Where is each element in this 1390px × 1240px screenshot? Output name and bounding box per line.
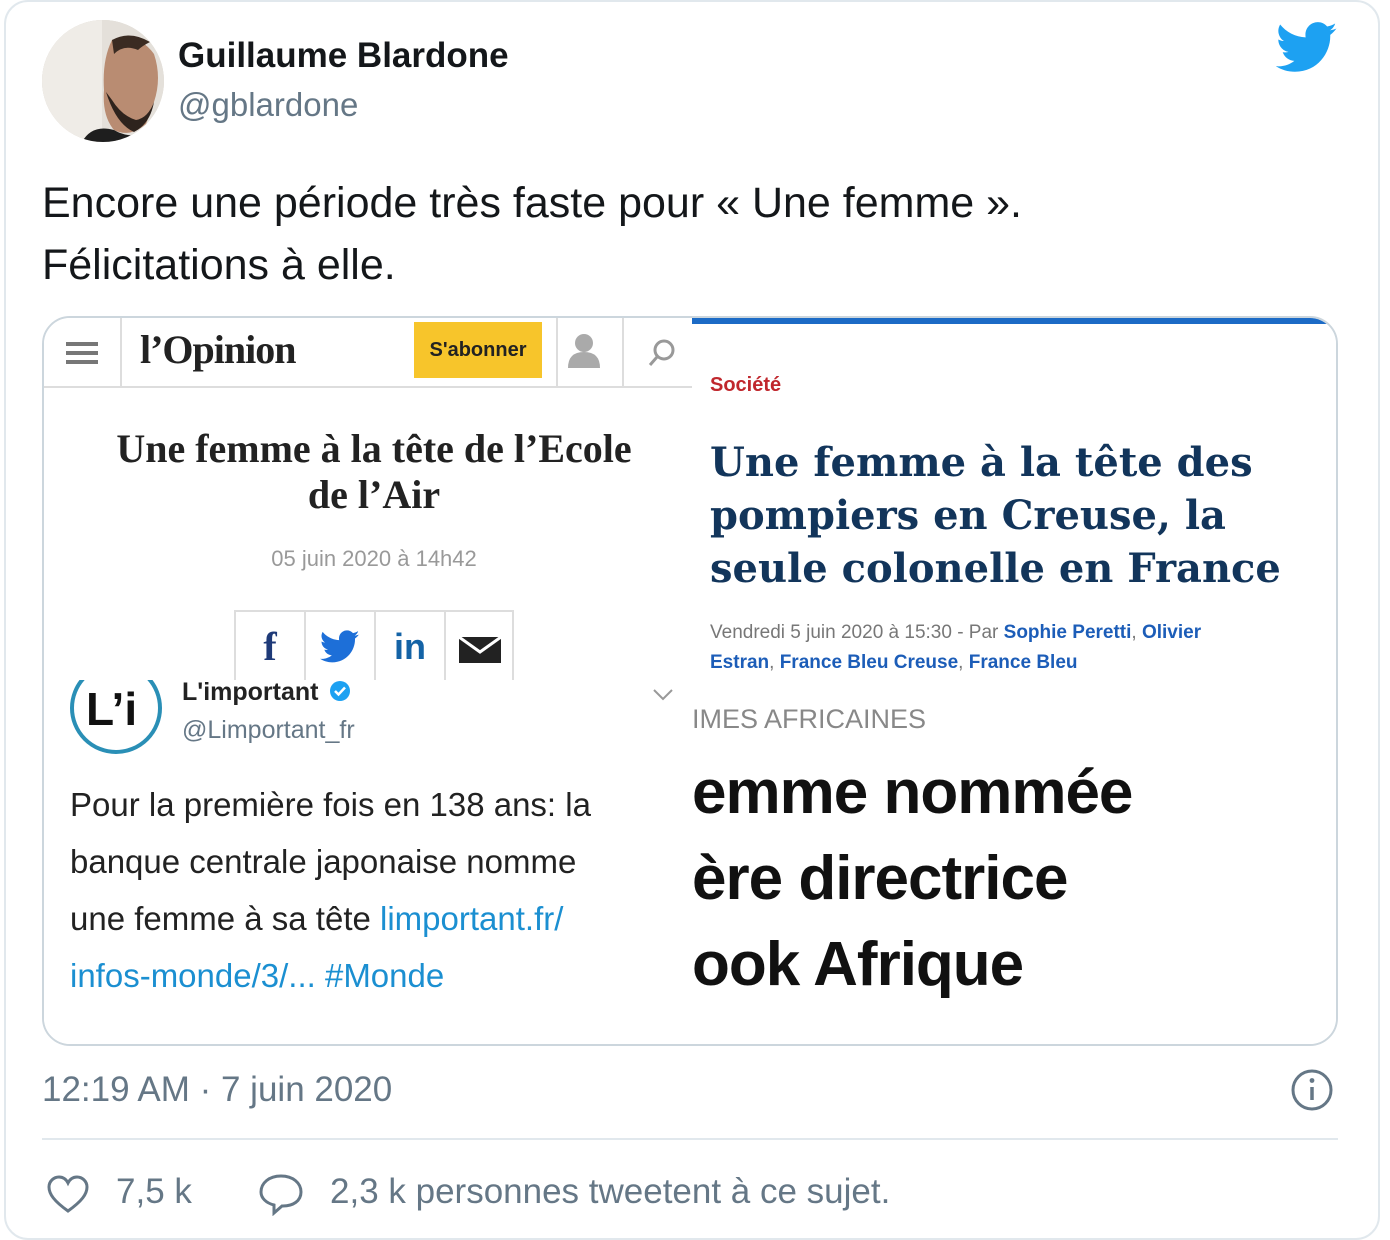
byline-separator: , <box>1131 622 1142 643</box>
byline-separator: , <box>769 652 780 673</box>
linkedin-icon: in <box>376 612 446 680</box>
limportant-link: infos-monde/3/... <box>70 957 316 994</box>
info-icon[interactable] <box>1290 1068 1334 1112</box>
media-image-jeuneafrique[interactable]: IMES AFRICAINES emme nommée ère directri… <box>692 680 1336 1044</box>
tweet-timestamp[interactable]: 12:19 AM · 7 juin 2020 <box>42 1070 392 1110</box>
limportant-hashtag: #Monde <box>315 957 445 994</box>
divider <box>42 1138 1338 1140</box>
tweet-text-line: Félicitations à elle. <box>42 241 396 289</box>
opinion-headline: Une femme à la tête de l’Ecole de l’Air <box>64 426 684 518</box>
heart-icon[interactable] <box>46 1174 90 1214</box>
francebleu-headline: Une femme à la tête des pompiers en Creu… <box>710 436 1330 595</box>
text-line: une femme à sa tête <box>70 900 381 937</box>
headline-line: de l’Air <box>307 472 441 517</box>
tweet-text: Encore une période très faste pour « Une… <box>42 172 1242 296</box>
headline-line: seule colonelle en France <box>710 545 1281 592</box>
byline-source: France Bleu Creuse <box>779 652 959 673</box>
byline-source: France Bleu <box>968 652 1078 673</box>
headline-line: ère directrice <box>692 844 1068 913</box>
twitter-bird-icon[interactable] <box>1276 22 1338 74</box>
byline-author: Sophie Peretti <box>1003 622 1132 643</box>
like-count[interactable]: 7,5 k <box>116 1172 192 1212</box>
byline-text: Vendredi 5 juin 2020 à 15:30 - Par <box>710 622 1004 643</box>
byline-separator: , <box>958 652 969 673</box>
opinion-logo: l’Opinion <box>140 327 297 372</box>
conversation-link[interactable]: 2,3 k personnes tweetent à ce sujet. <box>330 1172 890 1212</box>
media-image-opinion[interactable]: l’Opinion S'abonner Une femme à la tête … <box>44 318 692 680</box>
jeuneafrique-section: IMES AFRICAINES <box>692 704 927 734</box>
author-name[interactable]: Guillaume Blardone <box>178 36 509 76</box>
share-bar: f in <box>234 610 514 680</box>
menu-icon <box>66 342 98 364</box>
media-image-limportant[interactable]: L’i L'important @Limportant_fr Pour la p… <box>44 680 692 1044</box>
limportant-text: Pour la première fois en 138 ans: la ban… <box>70 776 680 1004</box>
divider <box>622 318 624 388</box>
francebleu-section: Société <box>710 374 782 396</box>
headline-line: pompiers en Creuse, la <box>710 492 1226 539</box>
divider <box>556 318 558 388</box>
facebook-icon: f <box>236 612 306 680</box>
verified-icon <box>330 681 351 701</box>
search-icon <box>648 339 675 366</box>
francebleu-byline: Vendredi 5 juin 2020 à 15:30 - Par Sophi… <box>710 618 1330 678</box>
text-line: Pour la première fois en 138 ans: la <box>70 786 591 823</box>
text-line: banque centrale japonaise nomme <box>70 843 577 880</box>
headline-line: Une femme à la tête des <box>710 439 1253 486</box>
chevron-down-icon <box>653 689 673 701</box>
mail-icon <box>458 636 502 663</box>
avatar-photo <box>42 20 164 142</box>
media-grid[interactable]: l’Opinion S'abonner Une femme à la tête … <box>42 316 1338 1046</box>
author-avatar[interactable] <box>42 20 164 142</box>
byline-author: Olivier <box>1141 622 1202 643</box>
francebleu-top-bar <box>692 318 1336 324</box>
jeuneafrique-headline: emme nommée ère directrice ook Afrique <box>692 750 1133 1008</box>
limportant-name: L'important <box>182 680 351 707</box>
limportant-handle: @Limportant_fr <box>182 716 355 744</box>
opinion-header: l’Opinion S'abonner <box>44 318 692 388</box>
headline-line: Une femme à la tête de l’Ecole <box>116 426 632 471</box>
headline-line: emme nommée <box>692 758 1133 827</box>
limportant-logo: L’i <box>70 680 162 754</box>
divider <box>120 318 122 388</box>
byline-author: Estran <box>710 652 770 673</box>
limportant-link: limportant.fr/ <box>380 900 564 937</box>
headline-line: ook Afrique <box>692 930 1024 999</box>
media-image-francebleu[interactable]: Société Une femme à la tête des pompiers… <box>692 318 1336 680</box>
subscribe-button: S'abonner <box>414 322 542 378</box>
twitter-share-icon <box>306 612 376 680</box>
reply-bubble-icon[interactable] <box>258 1172 304 1216</box>
tweet-text-line: Encore une période très faste pour « Une… <box>42 179 1022 227</box>
opinion-date: 05 juin 2020 à 14h42 <box>271 546 477 571</box>
user-icon <box>568 334 600 368</box>
author-handle[interactable]: @gblardone <box>178 86 358 124</box>
